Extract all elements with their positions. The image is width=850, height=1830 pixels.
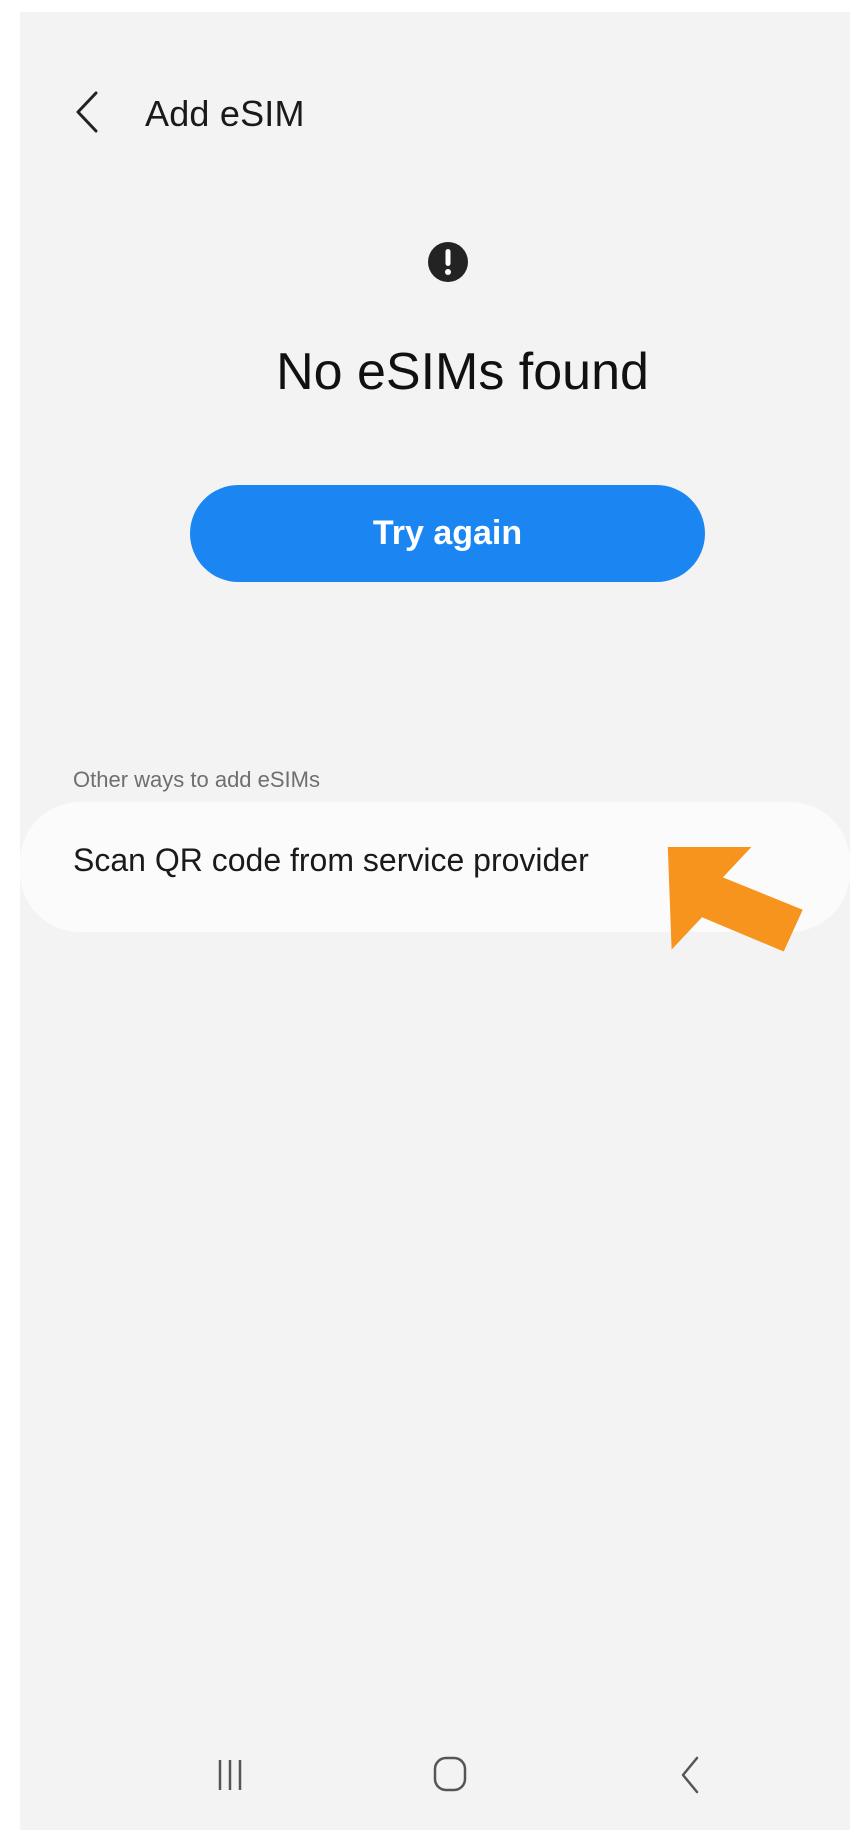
chevron-left-icon (76, 91, 98, 133)
screen: Add eSIM No eSIMs found Try again Other … (20, 12, 850, 1830)
arrow-pointer-icon (667, 847, 803, 952)
back-icon (681, 1756, 699, 1794)
home-icon (433, 1756, 467, 1792)
nav-back-button[interactable] (655, 1740, 725, 1810)
try-again-button[interactable]: Try again (190, 485, 705, 582)
app-bar: Add eSIM (20, 67, 850, 157)
alert-circle-icon (428, 242, 468, 282)
option-label: Scan QR code from service provider (73, 842, 589, 878)
section-label: Other ways to add eSIMs (73, 767, 320, 792)
page-title: Add eSIM (145, 93, 305, 134)
back-button[interactable] (68, 87, 108, 137)
home-button[interactable] (415, 1740, 485, 1810)
navigation-bar (20, 1720, 850, 1830)
recents-button[interactable] (195, 1740, 265, 1810)
recents-icon (218, 1760, 242, 1790)
status-message: No eSIMs found (276, 343, 649, 401)
